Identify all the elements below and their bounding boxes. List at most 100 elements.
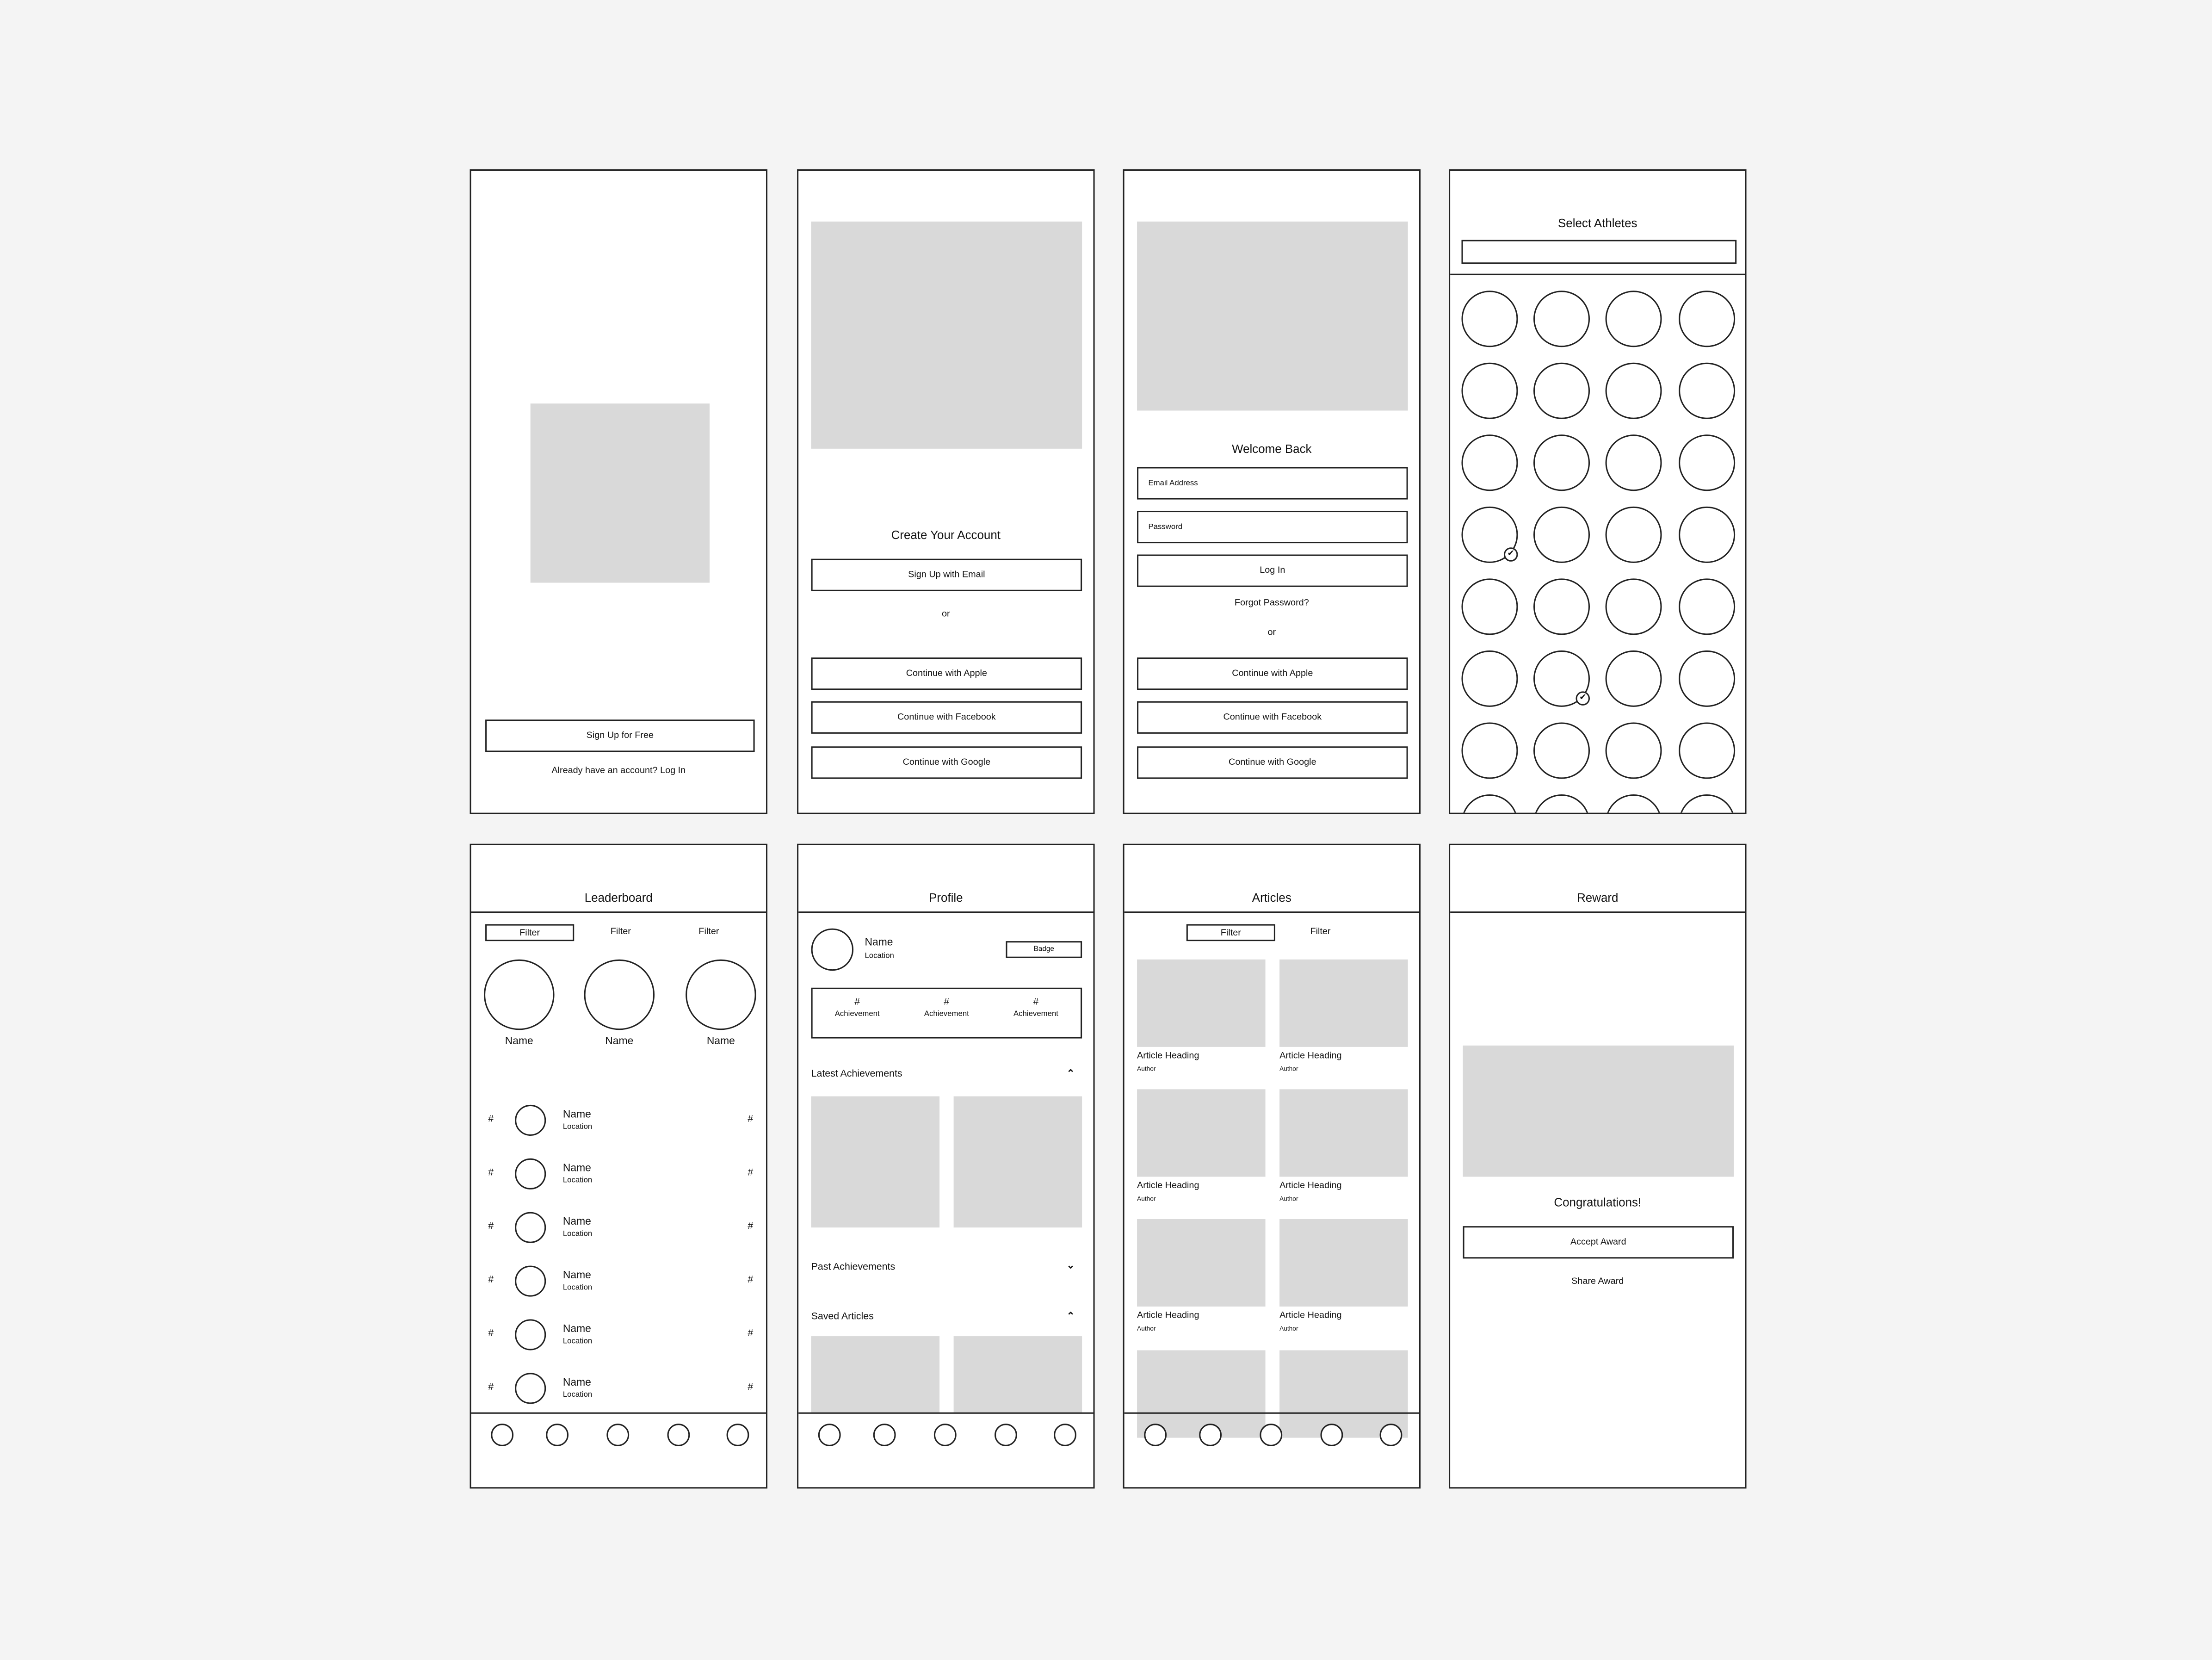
athlete-avatar[interactable] (1605, 362, 1662, 419)
tab-icon-5[interactable] (1054, 1424, 1076, 1446)
tab-icon-1[interactable] (1144, 1424, 1167, 1446)
athlete-avatar[interactable] (1679, 362, 1736, 419)
athlete-avatar[interactable] (1605, 794, 1662, 813)
saved-article-placeholder[interactable] (953, 1336, 1082, 1412)
tab-icon-2[interactable] (1199, 1424, 1222, 1446)
profile-location: Location (865, 952, 894, 961)
athlete-avatar[interactable] (1679, 794, 1736, 813)
login-button[interactable]: Log In (1137, 554, 1408, 587)
header-divider (1450, 911, 1745, 913)
athlete-avatar[interactable] (1605, 506, 1662, 563)
article-heading[interactable]: Article Heading (1137, 1051, 1199, 1061)
athlete-avatar[interactable] (1679, 506, 1736, 563)
athlete-avatar[interactable] (1605, 291, 1662, 347)
athlete-avatar[interactable] (1533, 578, 1590, 635)
athlete-avatar[interactable] (1533, 794, 1590, 813)
continue-google-button[interactable]: Continue with Google (811, 746, 1082, 779)
athlete-avatar[interactable] (1605, 434, 1662, 491)
past-achievements-header[interactable]: Past Achievements (811, 1263, 896, 1272)
article-heading[interactable]: Article Heading (1279, 1181, 1341, 1191)
tab-icon-4[interactable] (1320, 1424, 1343, 1446)
tab-icon-4[interactable] (995, 1424, 1017, 1446)
article-thumbnail[interactable] (1137, 1089, 1266, 1177)
chevron-up-icon[interactable]: ⌃ (1067, 1068, 1075, 1079)
tab-icon-1[interactable] (818, 1424, 841, 1446)
continue-google-button[interactable]: Continue with Google (1137, 746, 1408, 779)
wireframe-canvas: Sign Up for Free Already have an account… (0, 0, 2212, 1659)
accept-award-button[interactable]: Accept Award (1463, 1226, 1734, 1259)
podium-avatar-3[interactable] (686, 959, 756, 1030)
podium-avatar-1[interactable] (484, 959, 555, 1030)
athlete-avatar[interactable] (1533, 291, 1590, 347)
podium-avatar-2[interactable] (584, 959, 655, 1030)
athlete-avatar[interactable] (1679, 650, 1736, 707)
continue-facebook-button[interactable]: Continue with Facebook (1137, 701, 1408, 734)
sign-up-email-button[interactable]: Sign Up with Email (811, 558, 1082, 591)
latest-achievements-header[interactable]: Latest Achievements (811, 1070, 902, 1079)
password-field[interactable]: Password (1137, 510, 1408, 544)
filter-tab-1[interactable]: Filter (485, 924, 575, 941)
email-field[interactable]: Email Address (1137, 467, 1408, 500)
continue-apple-button[interactable]: Continue with Apple (1137, 657, 1408, 690)
athlete-avatar[interactable] (1461, 362, 1518, 419)
stat-item: # Achievement (813, 989, 902, 1037)
athlete-avatar[interactable] (1533, 362, 1590, 419)
athlete-avatar[interactable] (1461, 650, 1518, 707)
tab-icon-4[interactable] (667, 1424, 690, 1446)
chevron-up-icon[interactable]: ⌃ (1067, 1311, 1075, 1322)
tab-icon-3[interactable] (933, 1424, 957, 1446)
article-heading[interactable]: Article Heading (1137, 1181, 1199, 1191)
achievement-image-placeholder[interactable] (953, 1096, 1082, 1228)
article-heading[interactable]: Article Heading (1279, 1051, 1341, 1061)
tab-icon-3[interactable] (1260, 1424, 1283, 1446)
continue-apple-button[interactable]: Continue with Apple (811, 657, 1082, 690)
athlete-avatar[interactable] (1679, 434, 1736, 491)
score: # (748, 1382, 754, 1393)
athlete-avatar[interactable] (1679, 722, 1736, 779)
article-heading[interactable]: Article Heading (1279, 1311, 1341, 1320)
tab-icon-1[interactable] (491, 1424, 514, 1446)
athlete-avatar[interactable] (1679, 291, 1736, 347)
filter-tab-2[interactable]: Filter (1277, 927, 1364, 937)
article-heading[interactable]: Article Heading (1137, 1311, 1199, 1320)
tab-icon-5[interactable] (726, 1424, 749, 1446)
athlete-avatar[interactable] (1605, 722, 1662, 779)
tab-icon-5[interactable] (1379, 1424, 1403, 1446)
tab-icon-2[interactable] (873, 1424, 896, 1446)
article-thumbnail[interactable] (1137, 1219, 1266, 1307)
share-award-link[interactable]: Share Award (1450, 1277, 1745, 1287)
athlete-avatar[interactable] (1533, 434, 1590, 491)
header-divider (471, 911, 766, 913)
article-thumbnail[interactable] (1279, 1219, 1408, 1307)
article-thumbnail[interactable] (1137, 959, 1266, 1047)
profile-avatar[interactable] (811, 928, 854, 971)
chevron-down-icon[interactable]: ⌄ (1067, 1260, 1075, 1271)
filter-tab-2[interactable]: Filter (577, 927, 664, 937)
article-author: Author (1279, 1065, 1298, 1072)
tab-icon-2[interactable] (546, 1424, 569, 1446)
filter-tab-1[interactable]: Filter (1186, 924, 1275, 941)
athlete-avatar[interactable] (1461, 722, 1518, 779)
achievement-image-placeholder[interactable] (811, 1096, 940, 1228)
athlete-avatar[interactable] (1461, 578, 1518, 635)
forgot-password-link[interactable]: Forgot Password? (1125, 598, 1419, 608)
tab-icon-3[interactable] (606, 1424, 630, 1446)
saved-articles-header[interactable]: Saved Articles (811, 1312, 874, 1322)
profile-badge[interactable]: Badge (1006, 941, 1082, 958)
athlete-avatar[interactable] (1461, 291, 1518, 347)
filter-tab-3[interactable]: Filter (664, 927, 753, 937)
article-thumbnail[interactable] (1279, 959, 1408, 1047)
athlete-search-input[interactable] (1461, 240, 1737, 264)
athlete-avatar[interactable] (1679, 578, 1736, 635)
article-thumbnail[interactable] (1279, 1089, 1408, 1177)
athlete-avatar[interactable] (1533, 506, 1590, 563)
continue-facebook-button[interactable]: Continue with Facebook (811, 701, 1082, 734)
athlete-avatar[interactable] (1533, 722, 1590, 779)
athlete-avatar[interactable] (1461, 794, 1518, 813)
athlete-avatar[interactable] (1605, 650, 1662, 707)
saved-article-placeholder[interactable] (811, 1336, 940, 1412)
athlete-avatar[interactable] (1461, 434, 1518, 491)
athlete-avatar[interactable] (1605, 578, 1662, 635)
sign-up-free-button[interactable]: Sign Up for Free (485, 719, 755, 752)
login-link[interactable]: Already have an account? Log In (471, 766, 766, 776)
